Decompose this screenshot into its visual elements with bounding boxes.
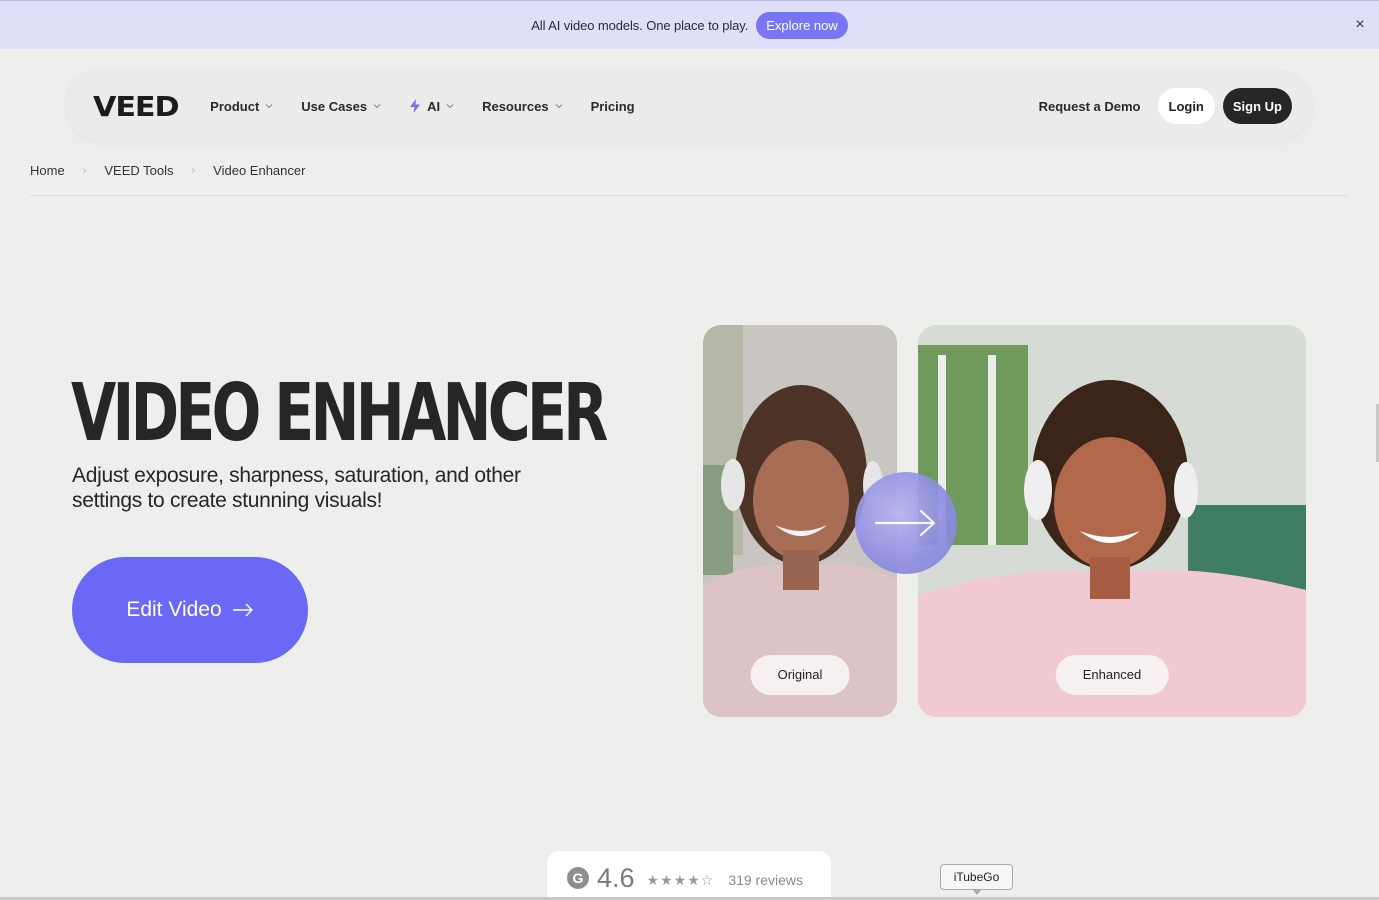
breadcrumb-veed-tools[interactable]: VEED Tools <box>104 163 173 178</box>
g2-icon: G <box>567 867 589 889</box>
breadcrumb-current-page: Video Enhancer <box>213 163 306 178</box>
edit-video-button[interactable]: Edit Video <box>72 557 308 663</box>
nav-item-label: Product <box>210 98 260 114</box>
itubego-tooltip: iTubeGo <box>940 864 1013 895</box>
nav-item-pricing[interactable]: Pricing <box>591 99 635 114</box>
enhanced-image: Enhanced <box>918 325 1306 717</box>
breadcrumb-home[interactable]: Home <box>30 163 65 178</box>
arrow-right-icon <box>232 603 253 617</box>
announcement-banner: All AI video models. One place to play. … <box>0 0 1379 49</box>
page-title: VIDEO ENHANCER <box>71 367 608 459</box>
rating-stars: ★★★★☆ <box>646 872 715 888</box>
enhanced-label: Enhanced <box>1055 655 1169 695</box>
rating-score: 4.6 <box>597 863 635 893</box>
nav-item-label: Pricing <box>590 98 635 114</box>
nav-item-resources[interactable]: Resources <box>482 99 562 114</box>
request-demo-link[interactable]: Request a Demo <box>1039 99 1141 114</box>
nav-item-product[interactable]: Product <box>210 99 273 114</box>
chevron-down-icon <box>265 104 273 109</box>
veed-logo[interactable]: VEED <box>93 90 180 123</box>
breadcrumb-separator: › <box>191 165 196 177</box>
nav-menu: Product Use Cases AI Resources Pricing <box>210 99 662 114</box>
nav-item-ai[interactable]: AI <box>409 99 454 114</box>
login-button[interactable]: Login <box>1157 88 1215 124</box>
review-count: 319 reviews <box>728 872 804 888</box>
close-icon[interactable]: × <box>1351 16 1369 34</box>
nav-item-label: Resources <box>482 98 549 114</box>
chevron-down-icon <box>555 104 562 109</box>
explore-now-button[interactable]: Explore now <box>756 11 848 39</box>
nav-actions: Request a Demo Login Sign Up <box>1039 88 1292 124</box>
rating-card: G 4.6 ★★★★☆ 319 reviews <box>547 851 831 900</box>
chevron-down-icon <box>446 104 454 109</box>
nav-item-use-cases[interactable]: Use Cases <box>301 99 381 114</box>
hero-subtitle: Adjust exposure, sharpness, saturation, … <box>72 464 521 512</box>
main-navbar: VEED Product Use Cases AI Resources Pric… <box>66 71 1312 141</box>
arrow-right-icon <box>874 509 936 537</box>
nav-item-label: AI <box>427 98 441 114</box>
edit-video-label: Edit Video <box>126 598 222 621</box>
nav-item-label: Use Cases <box>301 98 368 114</box>
breadcrumb-separator: › <box>82 165 87 177</box>
compare-arrow-badge <box>855 472 957 574</box>
chevron-down-icon <box>373 104 381 109</box>
banner-text: All AI video models. One place to play. <box>531 17 749 33</box>
sign-up-button[interactable]: Sign Up <box>1222 88 1292 124</box>
breadcrumb: Home › VEED Tools › Video Enhancer <box>30 163 1348 196</box>
original-label: Original <box>750 655 850 695</box>
lightning-bolt-icon <box>410 99 421 113</box>
